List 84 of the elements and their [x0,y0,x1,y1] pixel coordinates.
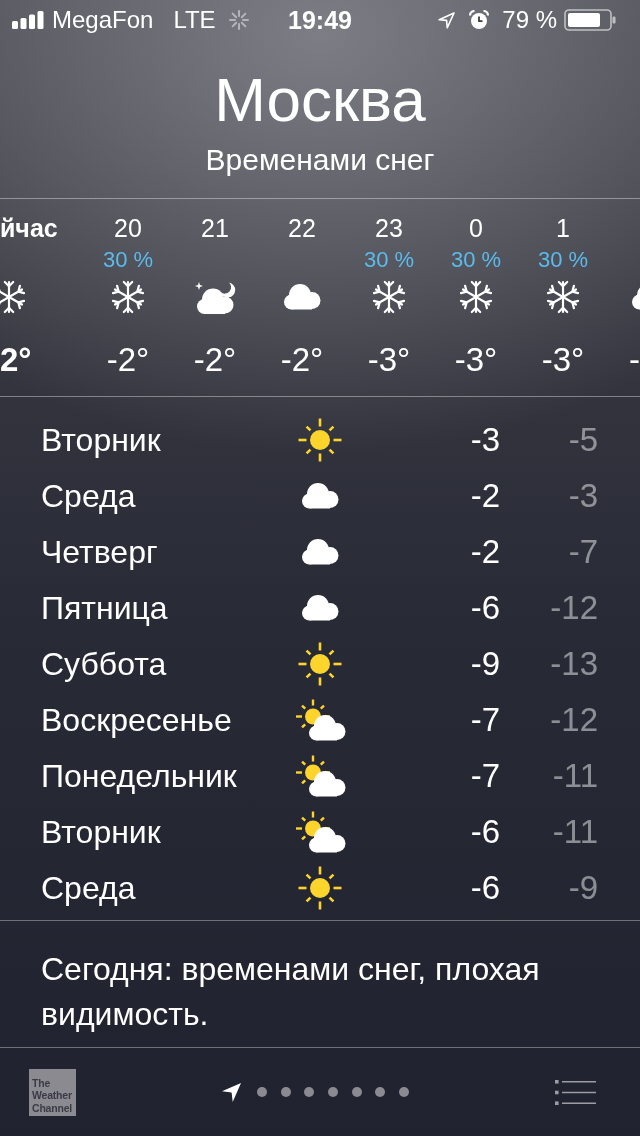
page-dot[interactable] [375,1087,386,1097]
hour-temp: - [629,340,640,380]
page-dot[interactable] [304,1087,315,1097]
high-temp: -3 [470,420,500,460]
cloud-icon [283,284,321,310]
moon-cloud-icon [194,280,236,314]
page-dot[interactable] [257,1087,268,1097]
high-temp: -6 [470,812,500,852]
snowflake-icon [112,280,144,314]
condition-text: Временами снег [205,142,435,178]
status-time: 19:49 [288,6,352,34]
snowflake-icon [460,280,492,314]
page-dot[interactable] [280,1087,291,1097]
sun-icon [298,642,342,686]
low-temp: -11 [552,756,598,796]
page-dot[interactable] [351,1087,362,1097]
day-name: Вторник [41,421,161,460]
snowflake-icon [373,280,405,314]
hour-label: йчас [0,213,58,243]
hour-temp: -2° [193,340,237,380]
low-temp: -12 [550,588,598,628]
snowflake-icon [547,280,579,314]
cloud-icon [301,595,339,621]
day-name: Вторник [41,813,161,852]
carrier-name: MegaFon [52,6,154,34]
precip-chance: 30 % [450,246,502,274]
high-temp: -2 [470,532,500,572]
low-temp: -11 [552,812,598,852]
signal-icon [12,11,44,29]
battery-icon [564,9,616,31]
day-name: Понедельник [41,757,237,796]
high-temp: -7 [470,700,500,740]
day-name: Среда [41,477,136,516]
location-arrow-icon[interactable] [222,1082,242,1102]
battery-percent: 79 % [502,6,557,34]
precip-chance: 30 % [363,246,415,274]
sun-icon [298,418,342,462]
cloud-icon [301,483,339,509]
hour-temp: -3° [454,340,498,380]
day-name: Воскресенье [41,701,232,740]
high-temp: -2 [470,476,500,516]
provider-logo[interactable]: The Weather Channel [29,1068,76,1116]
hour-temp: -2° [106,340,150,380]
day-name: Четверг [41,533,158,572]
hour-label: 21 [201,213,229,243]
hour-temp: 2° [0,340,32,380]
snowflake-icon [0,280,25,314]
sun-cloud-icon [294,699,346,741]
day-name: Суббота [41,645,167,684]
precip-chance: 30 % [537,246,589,274]
hour-label: 22 [288,213,316,243]
cloud-icon [301,539,339,565]
low-temp: -3 [568,476,598,516]
hour-temp: -2° [280,340,324,380]
page-dot[interactable] [398,1087,409,1097]
precip-chance: 30 % [102,246,154,274]
location-arrow-icon [438,11,456,29]
low-temp: -13 [550,644,598,684]
low-temp: -5 [568,420,598,460]
alarm-icon [469,10,490,30]
high-temp: -6 [470,588,500,628]
day-name: Пятница [41,589,168,628]
sun-cloud-icon [294,755,346,797]
sun-cloud-icon [294,811,346,853]
hour-label: 20 [114,213,142,243]
low-temp: -7 [568,532,598,572]
day-name: Среда [41,869,136,908]
low-temp: -9 [568,868,598,908]
spinner-icon [228,10,249,30]
list-icon[interactable] [555,1079,596,1105]
high-temp: -9 [470,644,500,684]
hour-temp: -3° [367,340,411,380]
low-temp: -12 [550,700,598,740]
hour-label: 0 [469,213,483,243]
hour-temp: -3° [541,340,585,380]
hour-label: 1 [556,213,570,243]
page-dot[interactable] [328,1087,338,1097]
summary-text: Сегодня: временами снег, плохая видимость. [41,950,541,1034]
high-temp: -6 [470,868,500,908]
sun-icon [298,866,342,910]
high-temp: -7 [470,756,500,796]
network-type: LTE [173,6,216,34]
hour-label: 23 [375,213,403,243]
city-name: Москва [214,65,426,135]
